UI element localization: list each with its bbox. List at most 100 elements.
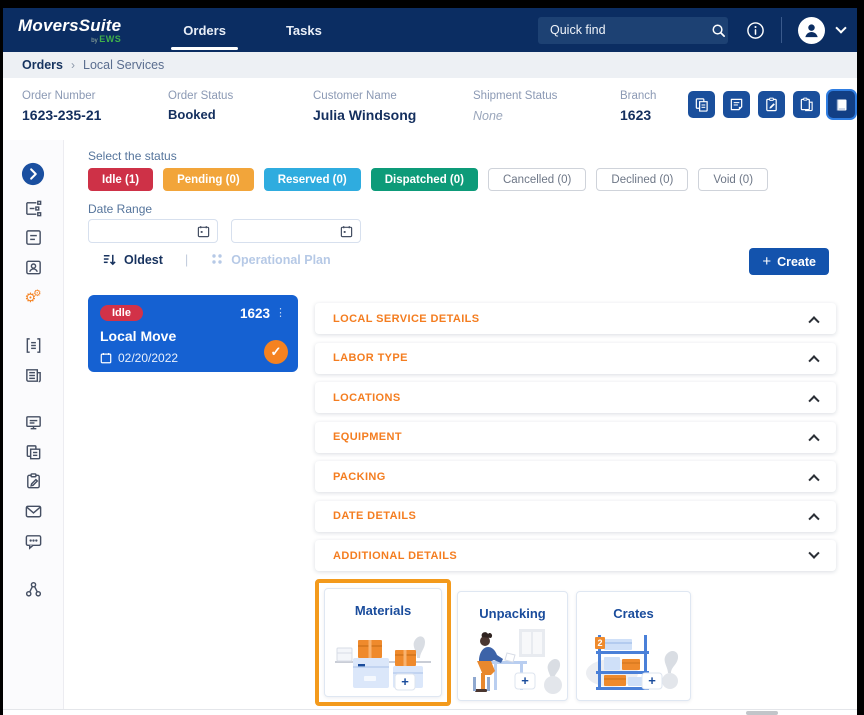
sort-divider: | xyxy=(185,252,188,267)
copy-document-icon[interactable] xyxy=(688,91,715,118)
tab-orders[interactable]: Orders xyxy=(153,8,256,52)
svg-text:+: + xyxy=(401,674,409,689)
field-shipment-status: Shipment Status None xyxy=(473,90,557,123)
status-chip-cancelled[interactable]: Cancelled (0) xyxy=(488,168,586,191)
clipboard-pen-icon[interactable] xyxy=(21,469,45,493)
chevron-up-icon xyxy=(808,434,819,445)
status-filter-chips: Idle (1) Pending (0) Reserved (0) Dispat… xyxy=(88,168,768,191)
status-chip-reserved[interactable]: Reserved (0) xyxy=(264,168,361,191)
sort-oldest-label[interactable]: Oldest xyxy=(124,253,163,267)
chevron-up-icon xyxy=(808,513,819,524)
crates-card-title: Crates xyxy=(613,606,653,621)
journal-icon[interactable] xyxy=(21,333,45,357)
field-order-status: Order Status Booked xyxy=(168,90,233,122)
accordion-local-service-details[interactable]: LOCAL SERVICE DETAILS xyxy=(315,303,836,334)
materials-card[interactable]: Materials xyxy=(324,588,442,697)
kebab-menu-icon[interactable]: ⋮ xyxy=(275,308,286,319)
app-logo[interactable]: MoversSuite by EWS xyxy=(18,17,121,44)
status-chip-void[interactable]: Void (0) xyxy=(698,168,768,191)
expand-icon[interactable] xyxy=(21,162,45,186)
field-order-number: Order Number 1623-235-21 xyxy=(22,90,101,123)
breadcrumb-separator: › xyxy=(71,58,75,72)
book-icon[interactable] xyxy=(828,91,855,118)
svg-text:+: + xyxy=(521,673,529,688)
top-navbar: MoversSuite by EWS Orders Tasks xyxy=(3,8,857,52)
quick-find-box[interactable] xyxy=(538,17,728,44)
content-area: Select the status Idle (1) Pending (0) R… xyxy=(64,140,857,709)
materials-illustration: + xyxy=(331,624,435,696)
user-avatar[interactable] xyxy=(798,17,825,44)
note-square-icon[interactable] xyxy=(21,225,45,249)
status-chip-declined[interactable]: Declined (0) xyxy=(596,168,688,191)
chevron-up-icon xyxy=(808,395,819,406)
sort-oldest-icon[interactable] xyxy=(102,252,117,267)
chevron-up-icon xyxy=(808,355,819,366)
select-status-label: Select the status xyxy=(88,149,177,163)
accordion-locations[interactable]: LOCATIONS xyxy=(315,382,836,413)
status-chip-dispatched[interactable]: Dispatched (0) xyxy=(371,168,478,191)
copy-pages-icon[interactable] xyxy=(21,440,45,464)
order-card-branch: 1623 xyxy=(240,306,270,321)
news-icon[interactable] xyxy=(21,363,45,387)
chevron-down-icon xyxy=(808,547,819,558)
calendar-icon xyxy=(100,352,112,364)
horizontal-scrollbar-thumb[interactable] xyxy=(746,711,778,715)
calendar-icon xyxy=(197,225,210,238)
info-icon[interactable] xyxy=(746,21,765,40)
crates-shelf-count: 2 xyxy=(597,638,602,648)
monitor-icon[interactable] xyxy=(21,410,45,434)
main-area: ⚙⚙ xyxy=(3,140,857,709)
quick-find-input[interactable] xyxy=(550,23,711,37)
chat-icon[interactable] xyxy=(21,529,45,553)
order-info-bar: Order Number 1623-235-21 Order Status Bo… xyxy=(3,78,857,133)
operational-plan-icon[interactable] xyxy=(210,253,224,267)
accordion-packing[interactable]: PACKING xyxy=(315,461,836,492)
breadcrumb: Orders › Local Services xyxy=(3,52,857,78)
status-chip-idle[interactable]: Idle (1) xyxy=(88,168,153,191)
order-card-title: Local Move xyxy=(100,328,286,344)
breadcrumb-orders[interactable]: Orders xyxy=(22,58,63,72)
accordion-equipment[interactable]: EQUIPMENT xyxy=(315,422,836,453)
date-from-input[interactable] xyxy=(88,219,218,243)
person-card-icon[interactable] xyxy=(21,255,45,279)
share-nodes-icon[interactable] xyxy=(21,577,45,601)
accordion-date-details[interactable]: DATE DETAILS xyxy=(315,501,836,532)
breadcrumb-local-services: Local Services xyxy=(83,58,164,72)
note-icon[interactable] xyxy=(723,91,750,118)
date-range-label: Date Range xyxy=(88,202,152,216)
left-sidebar: ⚙⚙ xyxy=(3,140,64,709)
chevron-down-icon[interactable] xyxy=(835,22,846,33)
svg-text:+: + xyxy=(648,673,656,688)
logo-byline: by EWS xyxy=(91,35,121,44)
header-action-buttons xyxy=(688,91,855,118)
field-branch: Branch 1623 xyxy=(620,90,656,123)
app-window: MoversSuite by EWS Orders Tasks xyxy=(3,8,857,715)
status-chip-pending[interactable]: Pending (0) xyxy=(163,168,254,191)
chevron-up-icon xyxy=(808,474,819,485)
order-card[interactable]: Idle 1623 ⋮ Local Move 02/20/2022 ✓ xyxy=(88,295,298,372)
services-gears-icon[interactable]: ⚙⚙ xyxy=(21,285,45,309)
chevron-up-icon xyxy=(808,316,819,327)
date-to-input[interactable] xyxy=(231,219,361,243)
accordion-additional-details[interactable]: ADDITIONAL DETAILS xyxy=(315,540,836,571)
logo-text: MoversSuite xyxy=(18,17,121,34)
create-button[interactable]: + Create xyxy=(749,248,829,275)
horizontal-scrollbar xyxy=(3,709,857,715)
unpacking-illustration: + xyxy=(463,627,563,695)
operational-plan-label[interactable]: Operational Plan xyxy=(231,253,330,267)
materials-card-highlight[interactable]: Materials xyxy=(315,579,451,706)
accordion-labor-type[interactable]: LABOR TYPE xyxy=(315,343,836,374)
materials-card-title: Materials xyxy=(355,603,411,618)
sort-view-row: Oldest | Operational Plan xyxy=(102,252,331,267)
tab-tasks[interactable]: Tasks xyxy=(256,8,352,52)
clipboard-copy-icon[interactable] xyxy=(793,91,820,118)
selected-check-icon[interactable]: ✓ xyxy=(264,340,288,364)
search-icon[interactable] xyxy=(711,23,726,38)
navbar-divider xyxy=(781,17,782,43)
clipboard-edit-icon[interactable] xyxy=(758,91,785,118)
list-tree-icon[interactable] xyxy=(21,196,45,220)
plus-icon: + xyxy=(762,253,771,270)
crates-card[interactable]: Crates xyxy=(576,591,691,701)
mail-icon[interactable] xyxy=(21,499,45,523)
unpacking-card[interactable]: Unpacking xyxy=(457,591,568,701)
